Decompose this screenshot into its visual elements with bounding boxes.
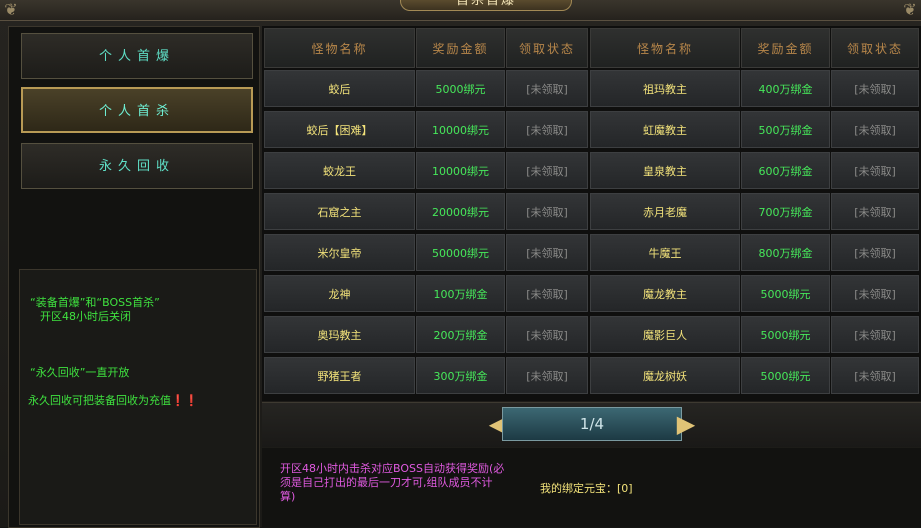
reward-amount: 5000绑元 (416, 70, 505, 107)
claim-status[interactable]: [未领取] (831, 70, 919, 107)
claim-status[interactable]: [未领取] (506, 275, 588, 312)
monster-name: 奥玛教主 (264, 316, 415, 353)
boss-reward-table: 怪物名称 奖励金额 领取状态 怪物名称 奖励金额 领取状态 蛟后 5000绑元 [未… (262, 26, 921, 401)
reward-amount: 300万绑金 (416, 357, 505, 394)
claim-status[interactable]: [未领取] (831, 316, 919, 353)
monster-name: 蛟龙王 (264, 152, 415, 189)
monster-name: 石窟之主 (264, 193, 415, 230)
header-reward: 奖励金额 (741, 28, 830, 68)
monster-name: 牛魔王 (590, 234, 740, 271)
first-kill-window: ❦ 首杀首爆 ❦ 个人首爆 个人首杀 永久回收 “装备首爆”和“BOSS首杀” … (0, 0, 921, 528)
monster-name: 魔龙教主 (590, 275, 740, 312)
monster-name: 野猪王者 (264, 357, 415, 394)
tab-personal-first-kill[interactable]: 个人首杀 (21, 87, 253, 133)
monster-name: 蛟后 (264, 70, 415, 107)
sidebar: 个人首爆 个人首杀 永久回收 “装备首爆”和“BOSS首杀” 开区48小时后关闭… (8, 26, 260, 528)
claim-status[interactable]: [未领取] (506, 111, 588, 148)
monster-name: 蛟后【困难】 (264, 111, 415, 148)
pager: ◀ 1/4 ▶ (262, 402, 921, 447)
window-title: 首杀首爆 (400, 0, 572, 11)
claim-status[interactable]: [未领取] (831, 357, 919, 394)
reward-amount: 800万绑金 (741, 234, 830, 271)
claim-status[interactable]: [未领取] (831, 275, 919, 312)
monster-name: 皇泉教主 (590, 152, 740, 189)
reward-rule-note: 开区48小时内击杀对应BOSS自动获得奖励(必须是自己打出的最后一刀才可,组队成… (280, 462, 505, 503)
claim-status[interactable]: [未领取] (831, 193, 919, 230)
info-line: “永久回收”一直开放 (30, 366, 130, 379)
ornament-icon: ❦ (903, 0, 917, 19)
monster-name: 赤月老魔 (590, 193, 740, 230)
monster-name: 魔龙树妖 (590, 357, 740, 394)
reward-amount: 100万绑金 (416, 275, 505, 312)
info-panel: “装备首爆”和“BOSS首杀” 开区48小时后关闭 “永久回收”一直开放 永久回… (19, 269, 257, 525)
ornament-icon: ❦ (4, 0, 18, 19)
title-bar: ❦ 首杀首爆 ❦ (0, 0, 921, 21)
header-reward: 奖励金额 (416, 28, 505, 68)
reward-amount: 5000绑元 (741, 316, 830, 353)
reward-amount: 5000绑元 (741, 275, 830, 312)
reward-amount: 500万绑金 (741, 111, 830, 148)
claim-status[interactable]: [未领取] (506, 234, 588, 271)
page-indicator: 1/4 (502, 407, 682, 441)
monster-name: 祖玛教主 (590, 70, 740, 107)
monster-name: 龙神 (264, 275, 415, 312)
monster-name: 米尔皇帝 (264, 234, 415, 271)
reward-amount: 600万绑金 (741, 152, 830, 189)
claim-status[interactable]: [未领取] (831, 111, 919, 148)
reward-amount: 20000绑元 (416, 193, 505, 230)
info-line: 永久回收可把装备回收为充值❗❗ (28, 394, 199, 407)
reward-amount: 10000绑元 (416, 111, 505, 148)
claim-status[interactable]: [未领取] (506, 193, 588, 230)
reward-amount: 10000绑元 (416, 152, 505, 189)
tab-permanent-recycle[interactable]: 永久回收 (21, 143, 253, 189)
monster-name: 虹魔教主 (590, 111, 740, 148)
monster-name: 魔影巨人 (590, 316, 740, 353)
header-monster-name: 怪物名称 (590, 28, 740, 68)
claim-status[interactable]: [未领取] (506, 357, 588, 394)
claim-status[interactable]: [未领取] (506, 316, 588, 353)
reward-amount: 400万绑金 (741, 70, 830, 107)
info-line: 开区48小时后关闭 (40, 310, 131, 323)
reward-amount: 700万绑金 (741, 193, 830, 230)
claim-status[interactable]: [未领取] (831, 234, 919, 271)
claim-status[interactable]: [未领取] (506, 152, 588, 189)
bound-ingot-balance: 我的绑定元宝：[0] (540, 482, 633, 495)
tab-personal-first-drop[interactable]: 个人首爆 (21, 33, 253, 79)
footer: 开区48小时内击杀对应BOSS自动获得奖励(必须是自己打出的最后一刀才可,组队成… (262, 448, 921, 527)
reward-amount: 5000绑元 (741, 357, 830, 394)
header-status: 领取状态 (506, 28, 588, 68)
claim-status[interactable]: [未领取] (831, 152, 919, 189)
header-monster-name: 怪物名称 (264, 28, 415, 68)
claim-status[interactable]: [未领取] (506, 70, 588, 107)
reward-amount: 50000绑元 (416, 234, 505, 271)
header-status: 领取状态 (831, 28, 919, 68)
next-page-arrow-icon[interactable]: ▶ (672, 409, 700, 439)
reward-amount: 200万绑金 (416, 316, 505, 353)
